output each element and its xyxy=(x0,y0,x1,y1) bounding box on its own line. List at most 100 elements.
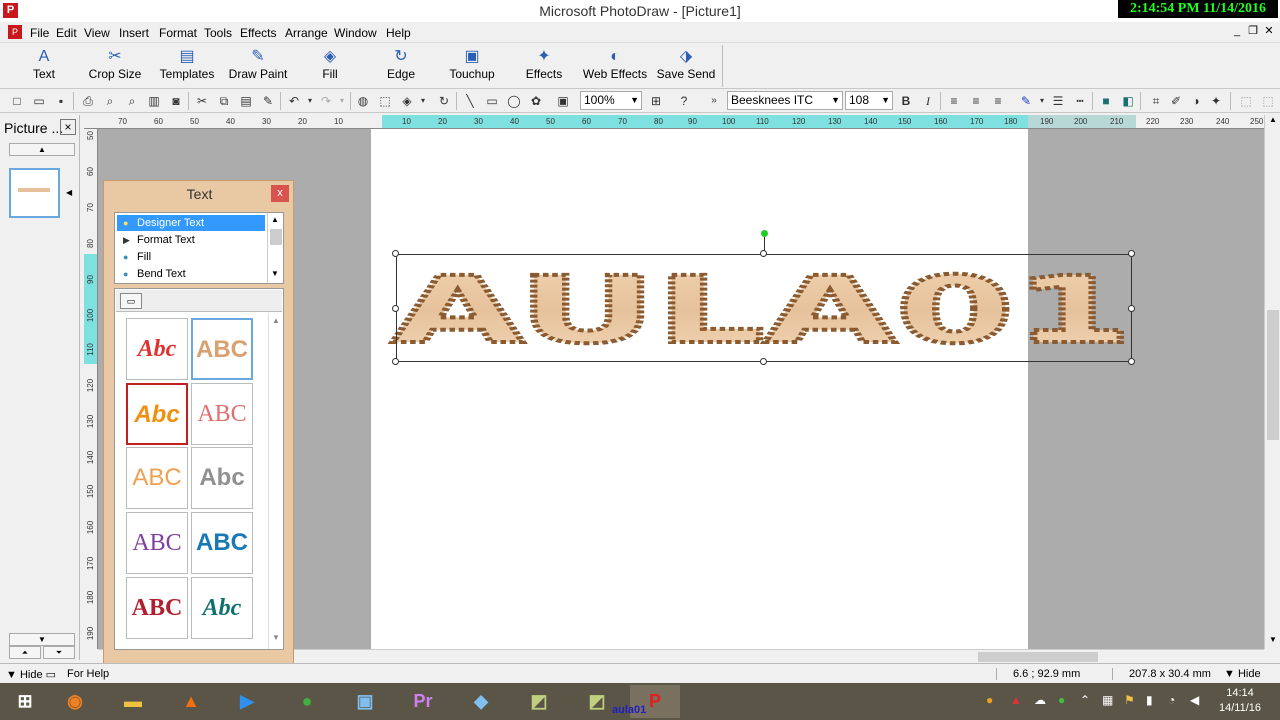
menu-edit[interactable]: Edit xyxy=(56,26,77,40)
cut-icon[interactable]: ✂ xyxy=(194,93,210,109)
picture-list-scroll-down[interactable]: ▼ xyxy=(9,633,75,646)
options-scroll-thumb[interactable] xyxy=(270,229,282,245)
menu-format[interactable]: Format xyxy=(159,26,197,40)
tray-network-icon[interactable]: ▦ xyxy=(1102,693,1113,707)
resize-handle-n[interactable] xyxy=(760,250,767,257)
text-style-swatch[interactable]: ABC xyxy=(126,447,188,509)
paste-icon[interactable]: ▤ xyxy=(238,93,254,109)
copy-icon[interactable]: ⧉ xyxy=(216,93,232,109)
resize-handle-w[interactable] xyxy=(392,305,399,312)
pen-color-dropdown-icon[interactable]: ▾ xyxy=(1034,93,1050,109)
resize-handle-nw[interactable] xyxy=(392,250,399,257)
text-style-swatch-selected[interactable]: ABC xyxy=(191,318,253,380)
web-icon[interactable]: ◍ xyxy=(355,93,371,109)
open-icon[interactable]: ▭ xyxy=(31,93,47,109)
3d-icon[interactable]: ◧ xyxy=(1120,93,1136,109)
crop-size-button[interactable]: ✂ Crop Size xyxy=(79,47,151,87)
taskbar-clock[interactable]: 14:14 14/11/16 xyxy=(1210,686,1270,716)
scroll-down-icon[interactable]: ▼ xyxy=(272,633,280,642)
ungroup-icon[interactable]: ⬚ xyxy=(1260,93,1276,109)
scroll-up-icon[interactable]: ▲ xyxy=(271,215,279,224)
media-player-icon[interactable]: ◉ xyxy=(50,685,100,718)
effects-button[interactable]: ✦ Effects xyxy=(508,47,580,87)
file-explorer-icon[interactable]: ▬ xyxy=(108,685,158,718)
hide-workpane-button[interactable]: ▼ Hide xyxy=(1224,668,1261,680)
new-icon[interactable]: □ xyxy=(9,93,25,109)
autoshape-icon[interactable]: ✿ xyxy=(528,93,544,109)
scroll-down-icon[interactable]: ▼ xyxy=(271,269,279,278)
toolbar-overflow-icon[interactable]: » xyxy=(706,93,722,109)
align-right-icon[interactable]: ≡ xyxy=(990,93,1006,109)
close-icon[interactable]: ✕ xyxy=(1262,24,1276,38)
tray-cloud-icon[interactable]: ☁ xyxy=(1034,693,1046,707)
group-icon[interactable]: ⬚ xyxy=(1238,93,1254,109)
tray-up-arrow-icon[interactable]: ⌃ xyxy=(1080,693,1090,707)
help-icon[interactable]: ? xyxy=(676,93,692,109)
redo-dropdown-icon[interactable]: ▾ xyxy=(334,93,350,109)
tray-battery-icon[interactable]: ▮ xyxy=(1146,693,1153,707)
tray-volume-icon[interactable]: ◀ xyxy=(1190,693,1199,707)
scroll-down-icon[interactable]: ▼ xyxy=(1267,635,1279,647)
picture-list-scroll-up[interactable]: ▲ xyxy=(9,143,75,156)
menu-tools[interactable]: Tools xyxy=(204,26,232,40)
web-effects-button[interactable]: ◐ Web Effects xyxy=(579,47,651,87)
align-center-icon[interactable]: ≡ xyxy=(968,93,984,109)
option-format-text[interactable]: ▶ Format Text xyxy=(117,232,265,248)
edge-button[interactable]: ↻ Edge xyxy=(365,47,437,87)
scroll-up-icon[interactable]: ▲ xyxy=(272,316,280,325)
horizontal-scroll-thumb[interactable] xyxy=(978,652,1098,662)
text-style-swatch[interactable]: ABC xyxy=(126,512,188,574)
draw-paint-button[interactable]: ✎ Draw Paint xyxy=(222,47,294,87)
resize-handle-se[interactable] xyxy=(1128,358,1135,365)
gallery-scrollbar[interactable]: ▲ ▼ xyxy=(268,313,282,649)
camera-icon[interactable]: ◙ xyxy=(168,93,184,109)
text-tool-button[interactable]: A Text xyxy=(8,47,80,87)
touchup-button[interactable]: ▣ Touchup xyxy=(436,47,508,87)
templates-button[interactable]: ▤ Templates xyxy=(151,47,223,87)
option-fill[interactable]: ● Fill xyxy=(117,249,265,265)
rotate-icon[interactable]: ↻ xyxy=(436,93,452,109)
app-icon[interactable]: ◩ xyxy=(514,685,564,718)
shadow-icon[interactable]: ■ xyxy=(1098,93,1114,109)
tray-app-icon[interactable]: ● xyxy=(986,693,993,707)
align-left-icon[interactable]: ≡ xyxy=(946,93,962,109)
document-icon[interactable]: P xyxy=(8,25,22,39)
find-icon[interactable]: ⌕ xyxy=(124,93,140,109)
menu-file[interactable]: File xyxy=(30,26,49,40)
menu-arrange[interactable]: Arrange xyxy=(285,26,328,40)
resize-handle-ne[interactable] xyxy=(1128,250,1135,257)
pen-color-icon[interactable]: ✎ xyxy=(1018,93,1034,109)
photo-viewer-icon[interactable]: ▣ xyxy=(340,685,390,718)
restore-icon[interactable]: ❐ xyxy=(1246,24,1260,38)
font-combo[interactable]: Beesknees ITC ▼ xyxy=(727,91,843,110)
tray-utorrent-icon[interactable]: ● xyxy=(1058,693,1065,707)
reader-icon[interactable]: ◆ xyxy=(456,685,506,718)
fill-bucket-icon[interactable]: ◈ xyxy=(399,93,415,109)
paint-icon[interactable]: ✦ xyxy=(1208,93,1224,109)
undo-dropdown-icon[interactable]: ▾ xyxy=(302,93,318,109)
zoom-to-fit-icon[interactable]: ⊞ xyxy=(648,93,664,109)
options-scrollbar[interactable]: ▲ ▼ xyxy=(267,213,283,283)
line-style-icon[interactable]: ☰ xyxy=(1050,93,1066,109)
redo-icon[interactable]: ↷ xyxy=(318,93,334,109)
picture-thumbnail[interactable] xyxy=(9,168,60,218)
scan-icon[interactable]: ▥ xyxy=(146,93,162,109)
save-icon[interactable]: ▪ xyxy=(53,93,69,109)
menu-window[interactable]: Window xyxy=(334,26,377,40)
zoom-combo[interactable]: 100% ▼ xyxy=(580,91,642,110)
hide-picture-list-button[interactable]: ▼ Hide ▭ xyxy=(6,668,56,681)
premiere-icon[interactable]: Pr xyxy=(398,685,448,718)
print-preview-icon[interactable]: ⌕ xyxy=(102,93,118,109)
picture-list-first[interactable]: ⏶ xyxy=(9,646,41,659)
undo-icon[interactable]: ↶ xyxy=(286,93,302,109)
menu-effects[interactable]: Effects xyxy=(240,26,276,40)
gallery-view-icon[interactable]: ▭ xyxy=(120,293,142,309)
bold-button[interactable]: B xyxy=(898,93,914,109)
dash-style-icon[interactable]: ┅ xyxy=(1072,93,1088,109)
save-send-button[interactable]: ⬗ Save Send xyxy=(650,47,722,87)
tray-flag-icon[interactable]: ⚑ xyxy=(1124,693,1135,707)
play-icon[interactable]: ▶ xyxy=(222,685,272,718)
eyedropper-icon[interactable]: ✐ xyxy=(1168,93,1184,109)
resize-handle-s[interactable] xyxy=(760,358,767,365)
menu-help[interactable]: Help xyxy=(386,26,411,40)
